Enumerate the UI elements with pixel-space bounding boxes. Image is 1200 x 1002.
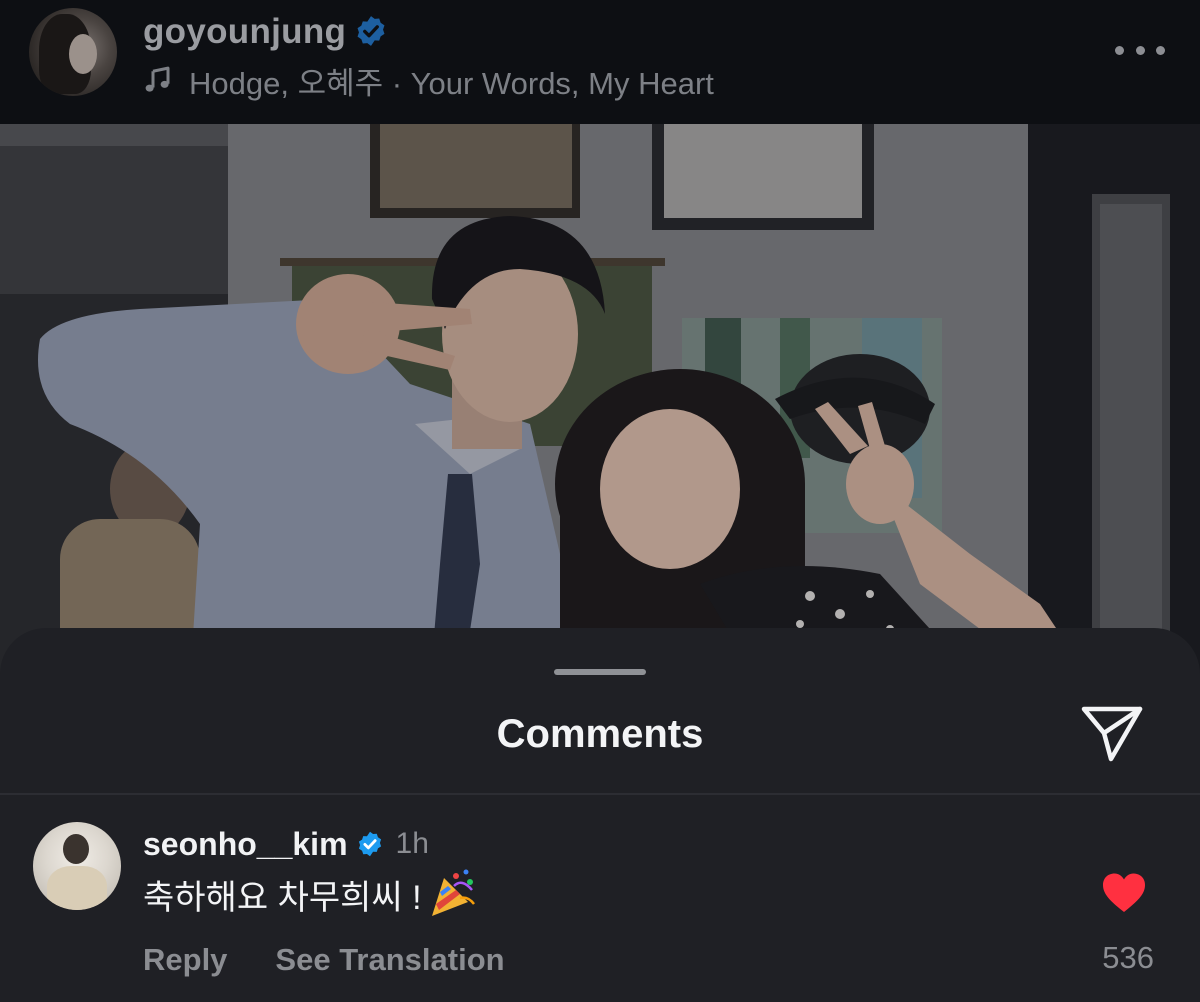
comment-text: 축하해요 차무희씨 ! <box>143 878 422 917</box>
see-translation-button[interactable]: See Translation <box>275 942 504 978</box>
more-options-button[interactable] <box>1115 40 1165 60</box>
more-horizontal-icon <box>1115 45 1124 55</box>
send-paper-plane-icon[interactable] <box>1080 704 1144 764</box>
audio-attribution[interactable]: Hodge, 오혜주 · Your Words, My Heart <box>143 60 714 101</box>
reply-button[interactable]: Reply <box>143 942 227 978</box>
post-image-illustration <box>0 124 1200 684</box>
comment-actions: Reply See Translation <box>143 938 505 982</box>
divider <box>0 793 1200 795</box>
post-username[interactable]: goyounjung <box>143 12 346 51</box>
like-count: 536 <box>1102 940 1154 975</box>
avatar[interactable] <box>29 8 117 96</box>
comment-avatar[interactable] <box>33 822 121 910</box>
comment-timestamp: 1h <box>395 827 429 860</box>
comment-body: 축하해요 차무희씨 ! <box>143 866 478 922</box>
verified-badge-icon <box>357 15 385 46</box>
post-username-row[interactable]: goyounjung <box>143 12 388 52</box>
comment-header: seonho__kim 1h <box>143 822 429 866</box>
sheet-drag-handle[interactable] <box>554 669 646 675</box>
audio-attribution-text: Hodge, 오혜주 · Your Words, My Heart <box>189 65 714 101</box>
comment-username[interactable]: seonho__kim <box>143 826 348 863</box>
party-popper-icon <box>431 869 475 916</box>
post-header: goyounjung Hodge, 오혜주 · Your Words, My H… <box>0 0 1200 124</box>
comments-title: Comments <box>496 712 704 756</box>
post-photo[interactable] <box>0 124 1200 684</box>
heart-icon[interactable] <box>1101 872 1147 914</box>
verified-badge-icon <box>358 831 381 857</box>
music-note-icon <box>145 66 170 92</box>
